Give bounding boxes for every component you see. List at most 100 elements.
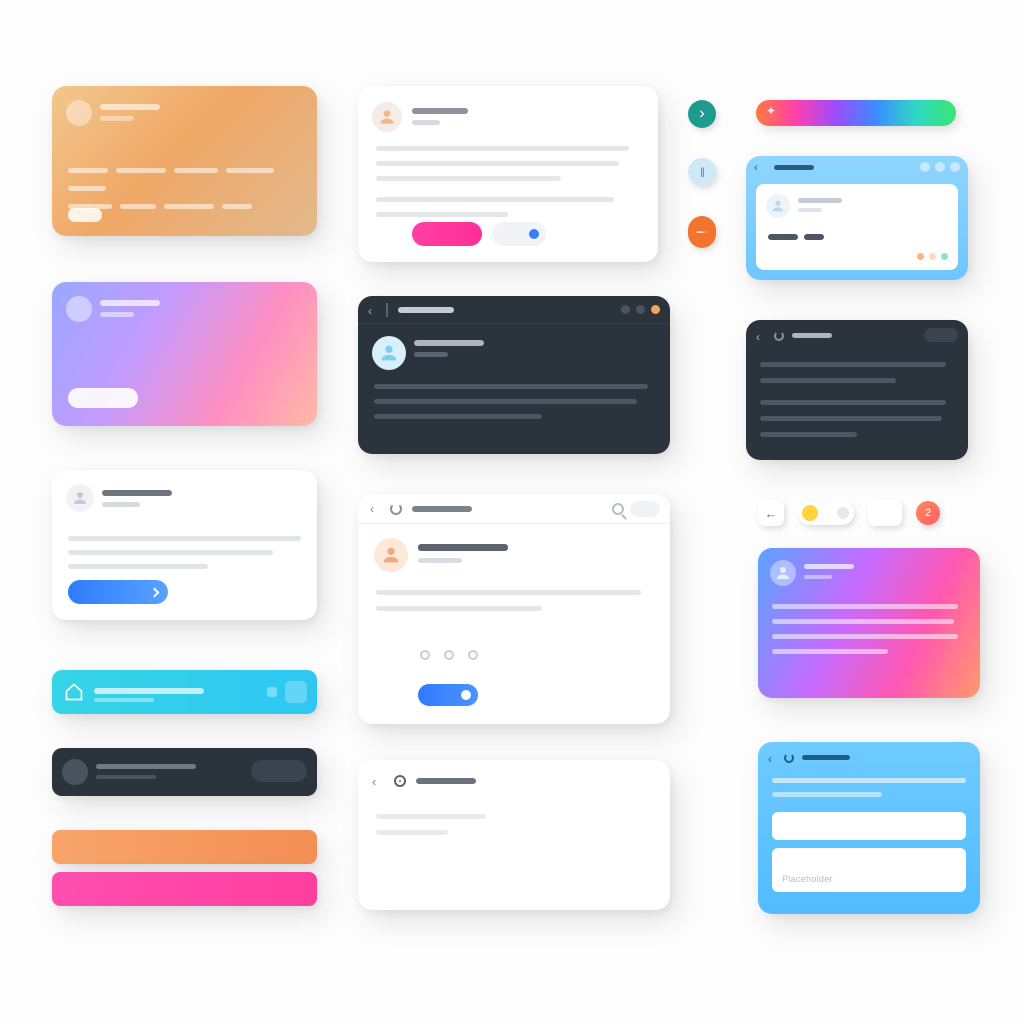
title-placeholder xyxy=(804,564,854,569)
pause-button[interactable]: || xyxy=(688,158,716,186)
back-icon[interactable]: ‹ xyxy=(768,752,772,766)
avatar xyxy=(372,102,402,132)
name-placeholder xyxy=(102,490,172,496)
status-icon xyxy=(394,775,406,787)
title-placeholder xyxy=(802,755,850,760)
window-card-dark: ‹ xyxy=(358,296,670,454)
message-card-white xyxy=(358,86,658,262)
back-icon[interactable]: ‹ xyxy=(368,304,372,318)
accept-button[interactable] xyxy=(412,222,482,246)
toolbar: ‹ xyxy=(746,156,968,180)
tab-title xyxy=(412,506,472,512)
banner-indicator xyxy=(267,687,277,697)
menu-pill[interactable] xyxy=(630,501,660,517)
text-lines xyxy=(772,604,966,654)
action-button[interactable] xyxy=(251,760,307,782)
tag-pill[interactable] xyxy=(68,208,102,222)
content-panel xyxy=(756,184,958,270)
slab-orange[interactable] xyxy=(52,830,317,864)
subtitle-placeholder xyxy=(102,502,140,507)
back-icon[interactable]: ‹ xyxy=(754,162,758,174)
name-placeholder xyxy=(418,544,508,551)
placeholder-text: Placeholder xyxy=(782,874,833,884)
avatar xyxy=(766,194,790,218)
banner-title xyxy=(94,688,204,694)
subtitle-placeholder xyxy=(412,120,440,125)
subtitle-placeholder xyxy=(418,558,462,563)
subtitle-placeholder xyxy=(96,775,156,779)
text-lines xyxy=(760,362,954,437)
info-button[interactable]: i xyxy=(688,216,716,248)
avatar xyxy=(374,538,408,572)
menu-pill[interactable] xyxy=(924,328,958,342)
title-placeholder xyxy=(416,778,476,784)
text-lines xyxy=(376,590,652,611)
text-lines xyxy=(376,814,652,835)
name-placeholder xyxy=(412,108,468,114)
play-button[interactable]: › xyxy=(688,100,716,128)
avatar xyxy=(372,336,406,370)
subtitle-placeholder xyxy=(100,116,134,121)
back-icon[interactable]: ‹ xyxy=(756,330,760,344)
window-controls[interactable] xyxy=(621,305,660,314)
divider xyxy=(386,303,388,317)
refresh-icon[interactable] xyxy=(774,331,784,341)
tab-title xyxy=(774,165,814,170)
mini-browser-blue: ‹ xyxy=(746,156,968,280)
back-icon[interactable]: ‹ xyxy=(372,774,376,789)
text-lines xyxy=(68,168,301,222)
search-field[interactable] xyxy=(68,388,138,408)
label-placeholder xyxy=(768,234,798,240)
textarea-input[interactable]: Placeholder xyxy=(772,848,966,892)
banner-subtitle xyxy=(94,698,154,702)
name-placeholder xyxy=(798,198,842,203)
compact-bar-dark xyxy=(52,748,317,796)
text-input[interactable] xyxy=(772,812,966,840)
avatar xyxy=(62,759,88,785)
avatar xyxy=(66,100,92,126)
back-icon[interactable]: ‹ xyxy=(370,502,374,516)
gradient-card-rainbow xyxy=(758,548,980,698)
back-card-white: ‹ xyxy=(358,760,670,910)
banner-action-button[interactable] xyxy=(285,681,307,703)
profile-card-white xyxy=(52,470,317,620)
subtitle-placeholder xyxy=(798,208,822,212)
control-row: ← 2 xyxy=(758,500,940,526)
subtitle-placeholder xyxy=(100,312,134,317)
rainbow-pill[interactable] xyxy=(756,100,956,126)
toolbar: ‹ xyxy=(358,494,670,524)
window-titlebar: ‹ xyxy=(358,296,670,324)
text-lines xyxy=(68,536,301,569)
card-dark-right: ‹ xyxy=(746,320,968,460)
refresh-icon[interactable] xyxy=(390,503,402,515)
window-controls[interactable] xyxy=(920,162,960,172)
step-indicators xyxy=(420,650,478,660)
slab-pink[interactable] xyxy=(52,872,317,906)
subtitle-placeholder xyxy=(414,352,448,357)
secondary-button[interactable] xyxy=(492,222,546,246)
text-lines xyxy=(374,384,654,419)
refresh-icon[interactable] xyxy=(784,753,794,763)
text-line xyxy=(772,792,882,797)
primary-button[interactable] xyxy=(68,580,168,604)
title-placeholder xyxy=(100,300,160,306)
window-title xyxy=(398,307,454,313)
avatar xyxy=(66,296,92,322)
label-placeholder xyxy=(804,234,824,240)
page-dots xyxy=(917,253,948,260)
back-square-button[interactable]: ← xyxy=(758,500,784,526)
avatar xyxy=(66,484,94,512)
name-placeholder xyxy=(414,340,484,346)
search-icon[interactable] xyxy=(612,503,624,515)
text-line xyxy=(772,778,966,783)
gradient-card-pink xyxy=(52,282,317,426)
blank-button[interactable] xyxy=(868,500,902,526)
home-icon xyxy=(64,682,84,702)
theme-toggle[interactable] xyxy=(798,501,854,525)
gradient-card-orange xyxy=(52,86,317,236)
banner-bar-cyan[interactable] xyxy=(52,670,317,714)
avatar xyxy=(770,560,796,586)
notification-badge[interactable]: 2 xyxy=(916,501,940,525)
form-card-blue: ‹ Placeholder xyxy=(758,742,980,914)
next-button[interactable] xyxy=(418,684,478,706)
